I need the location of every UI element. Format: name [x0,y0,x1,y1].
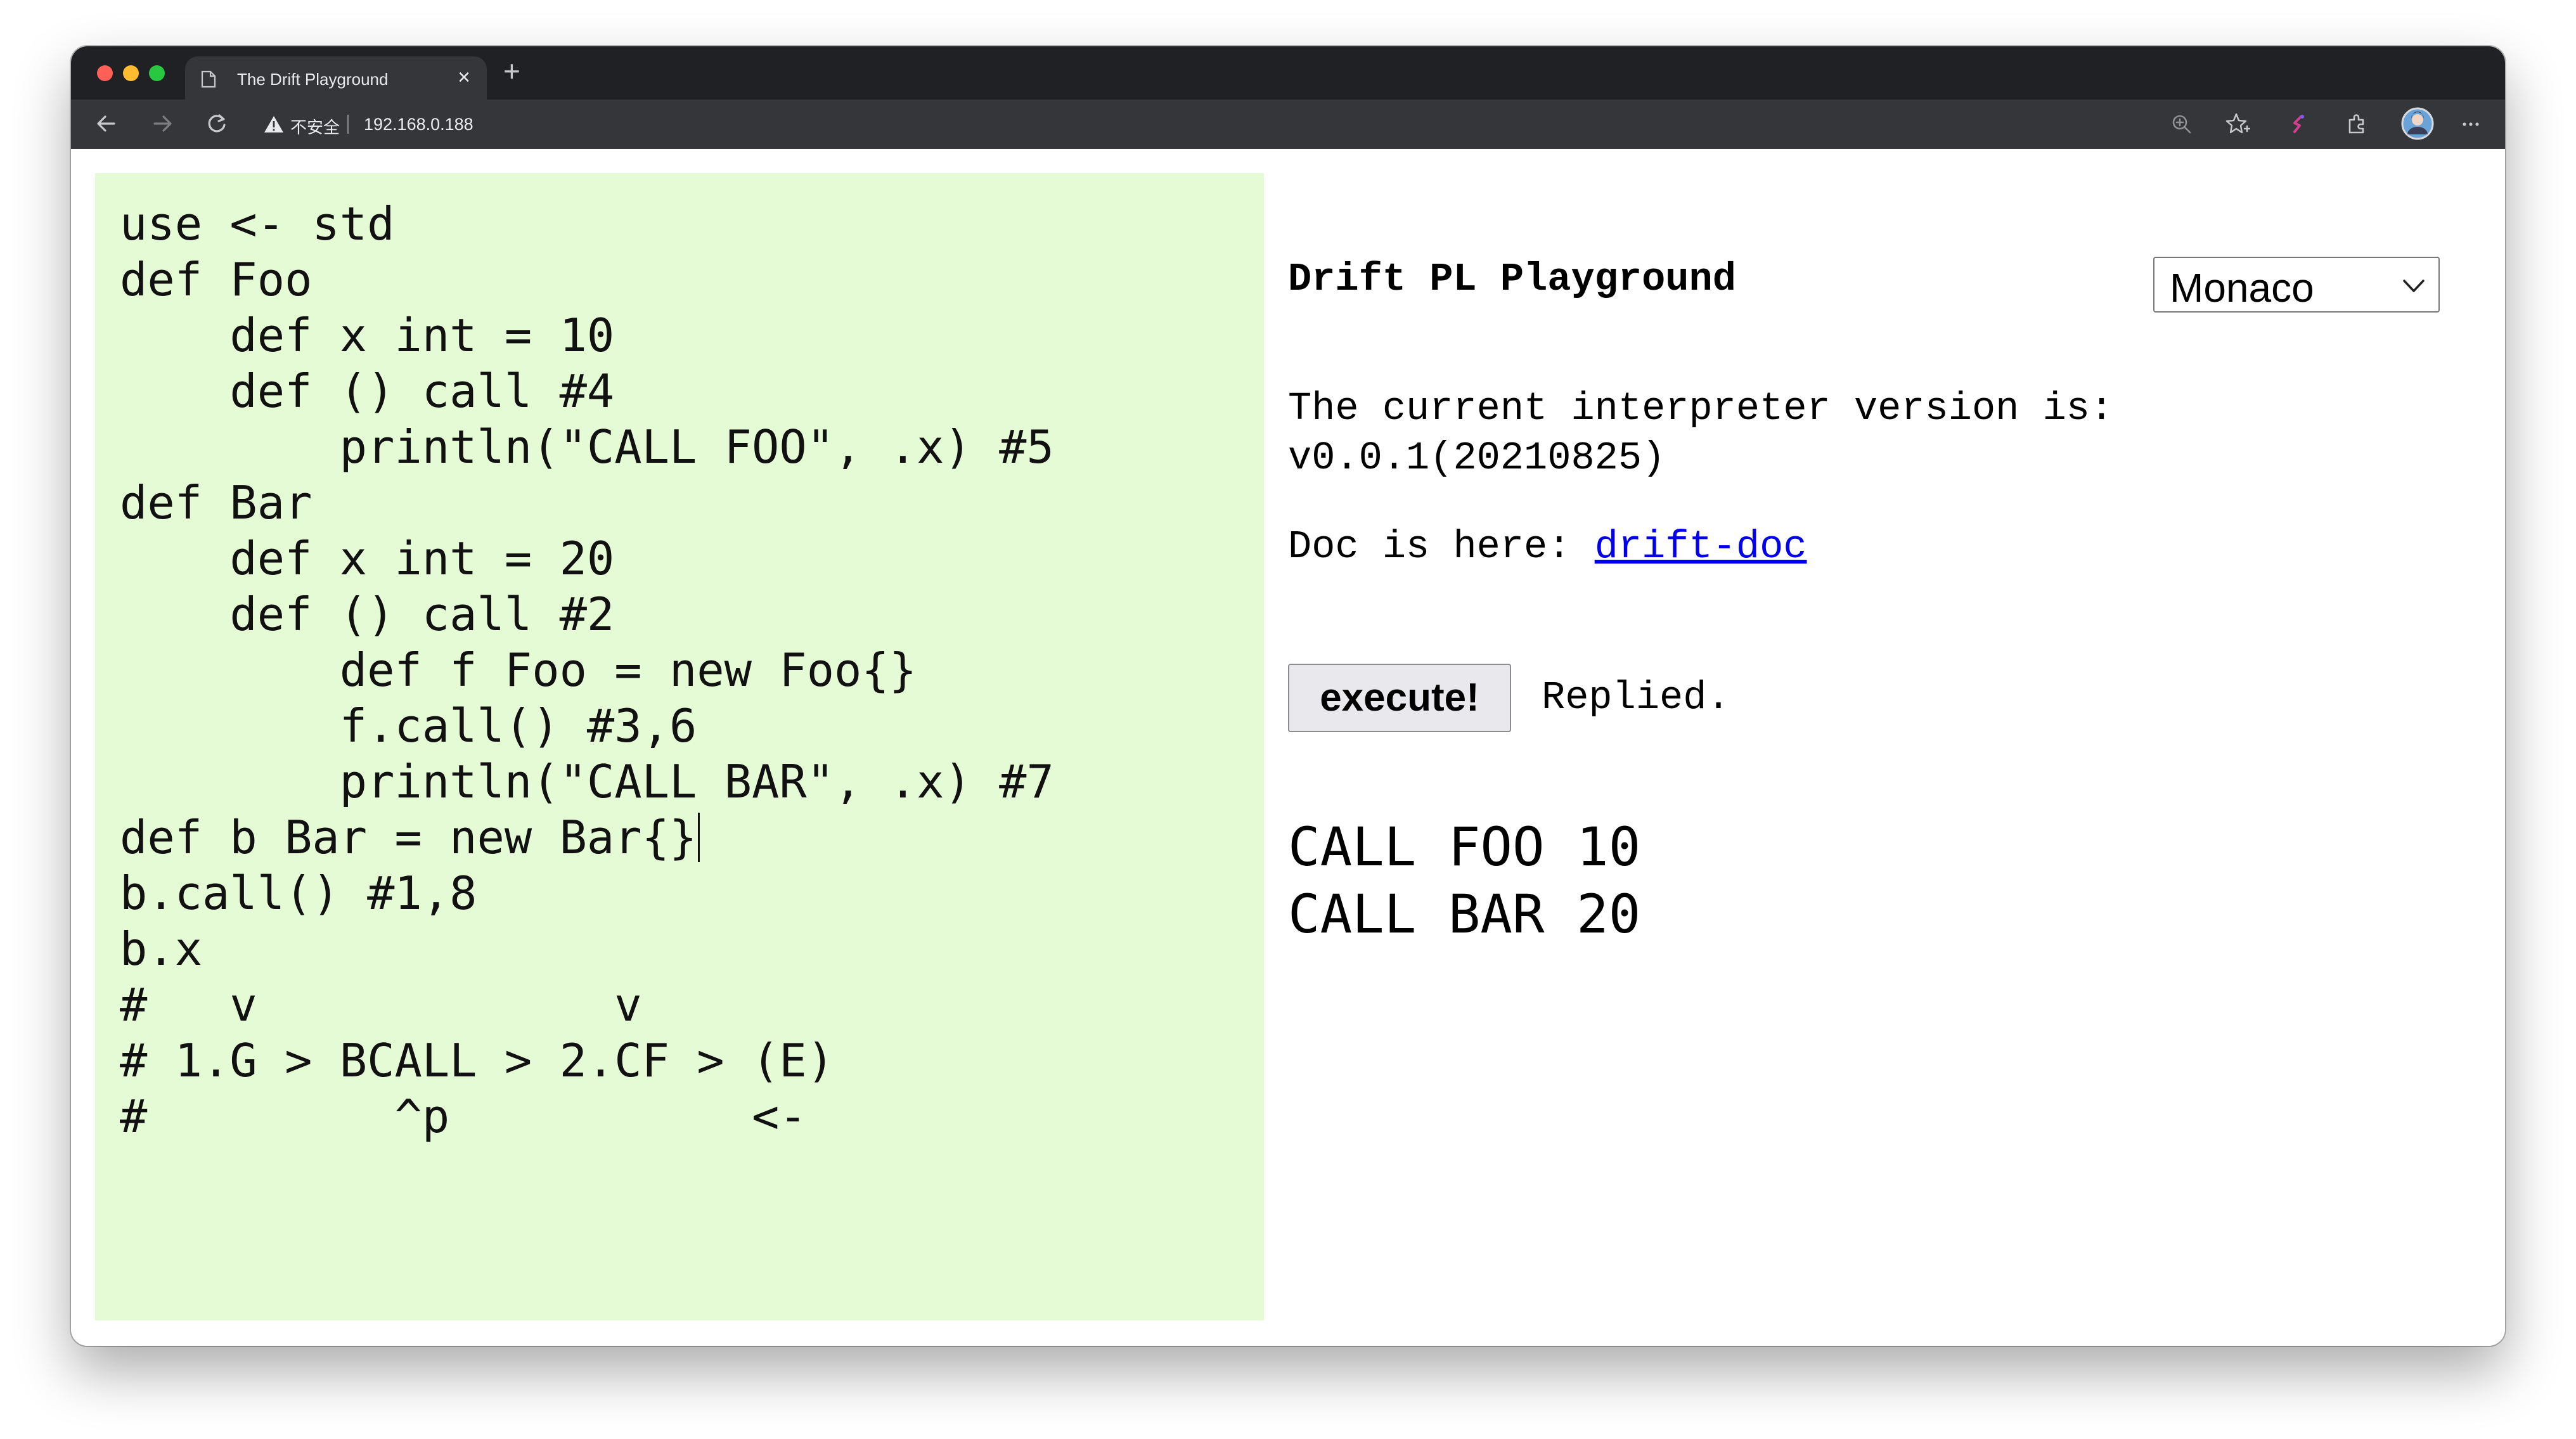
font-select[interactable]: Monaco [2153,257,2440,313]
page-content: use <- std def Foo def x int = 10 def ()… [71,149,2505,1346]
code-line-14: b.x [120,922,203,976]
code-line-1: use <- std [120,197,395,250]
browser-window: The Drift Playground × + 不安全 192.168.0.1… [71,46,2505,1346]
page-title: Drift PL Playground [1288,257,1736,302]
code-line-13: b.call() #1,8 [120,867,477,920]
url-text[interactable]: 192.168.0.188 [364,115,473,134]
output-line-1: CALL FOO 10 [1288,816,1641,878]
font-select-value: Monaco [2170,265,2314,311]
avatar[interactable] [2400,106,2435,141]
code-text[interactable]: use <- std def Foo def x int = 10 def ()… [120,196,1054,1144]
code-line-8: def () call #2 [120,588,615,641]
text-caret [698,813,700,862]
code-line-17: # ^p <- [120,1090,807,1143]
execute-button[interactable]: execute! [1288,664,1511,732]
reload-icon[interactable] [204,111,229,136]
output-line-2: CALL BAR 20 [1288,883,1641,945]
more-icon[interactable] [2458,112,2483,137]
doc-link[interactable]: drift-doc [1595,524,1807,569]
arrow-left-icon[interactable] [94,111,119,136]
warning-icon[interactable] [264,115,284,134]
zoom-window-button[interactable] [149,65,165,81]
browser-toolbar: 不安全 192.168.0.188 [71,100,2505,149]
extensions-icon[interactable] [2344,112,2369,137]
code-line-5: println("CALL FOO", .x) #5 [120,420,1054,474]
close-window-button[interactable] [97,65,113,81]
separator [347,115,349,134]
address-bar[interactable]: 不安全 192.168.0.188 [255,107,825,141]
status-text: Replied. [1542,675,1730,720]
output-panel: CALL FOO 10 CALL BAR 20 [1288,813,1640,948]
tab-title: The Drift Playground [237,70,389,89]
version-label: The current interpreter version is: [1288,386,2114,431]
zoom-icon[interactable] [2169,112,2194,137]
page-icon [201,70,216,88]
code-line-4: def () call #4 [120,365,615,418]
security-label[interactable]: 不安全 [290,115,340,138]
code-line-15: # v v [120,978,642,1031]
version-value: v0.0.1(20210825) [1288,436,1666,481]
code-line-6: def Bar [120,476,312,529]
puzzle-brand-icon[interactable] [2286,112,2311,137]
code-line-11: println("CALL BAR", .x) #7 [120,755,1054,808]
chevron-down-icon [2403,280,2425,292]
tab-strip: The Drift Playground × + [71,46,2505,100]
close-tab-icon[interactable]: × [458,67,470,88]
code-editor[interactable]: use <- std def Foo def x int = 10 def ()… [95,173,1264,1320]
browser-tab[interactable]: The Drift Playground × [185,56,487,100]
code-line-12: def b Bar = new Bar{} [120,811,697,864]
doc-line: Doc is here: drift-doc [1288,524,1807,569]
code-line-7: def x int = 20 [120,532,615,585]
code-line-10: f.call() #3,6 [120,699,697,752]
minimize-window-button[interactable] [123,65,139,81]
code-line-2: def Foo [120,253,312,306]
code-line-9: def f Foo = new Foo{} [120,643,917,697]
new-tab-button[interactable]: + [503,55,520,87]
arrow-right-icon[interactable] [150,111,175,136]
doc-prefix: Doc is here: [1288,524,1595,569]
star-icon[interactable] [2225,112,2250,137]
code-line-16: # 1.G > BCALL > 2.CF > (E) [120,1034,835,1087]
side-panel: Drift PL Playground Monaco The current i… [1288,149,2505,1346]
code-line-3: def x int = 10 [120,309,615,362]
